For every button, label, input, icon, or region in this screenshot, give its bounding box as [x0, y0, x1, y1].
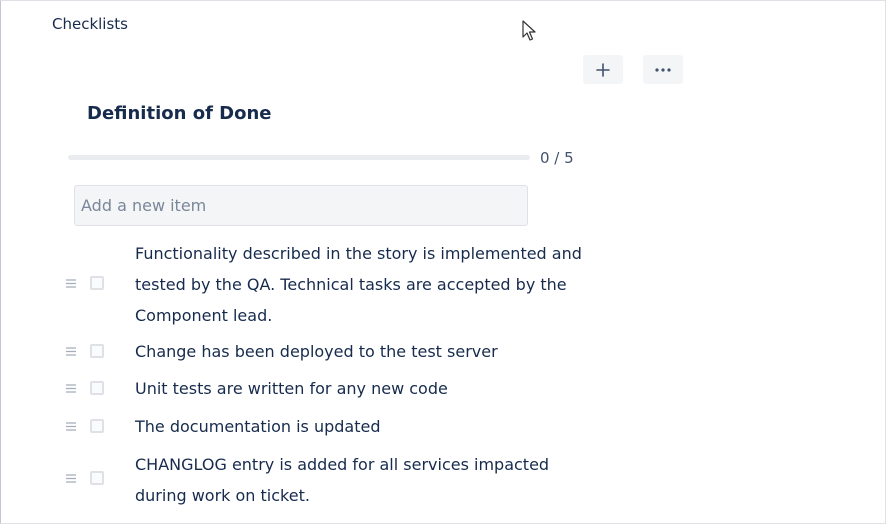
drag-handle-icon[interactable] — [66, 422, 76, 431]
more-options-button[interactable] — [643, 55, 683, 84]
checklist-item: Change has been deployed to the test ser… — [0, 336, 886, 367]
progress-count: 0 / 5 — [540, 149, 574, 167]
add-checklist-button[interactable] — [583, 55, 623, 84]
section-title: Checklists — [52, 15, 128, 33]
item-checkbox[interactable] — [90, 381, 104, 395]
checklist-item: CHANGLOG entry is added for all services… — [0, 449, 886, 511]
item-checkbox[interactable] — [90, 276, 104, 290]
checklist-item: Unit tests are written for any new code — [0, 373, 886, 404]
plus-icon — [596, 62, 610, 77]
checklist-item: Functionality described in the story is … — [0, 238, 886, 331]
drag-handle-icon[interactable] — [66, 347, 76, 356]
item-checkbox[interactable] — [90, 419, 104, 433]
drag-handle-icon[interactable] — [66, 279, 76, 288]
item-text: Change has been deployed to the test ser… — [135, 342, 498, 361]
add-item-input[interactable] — [74, 185, 528, 226]
item-text: Functionality described in the story is … — [135, 244, 582, 325]
progress-bar — [68, 155, 530, 160]
item-text: Unit tests are written for any new code — [135, 379, 448, 398]
ellipsis-icon — [655, 67, 671, 72]
mouse-cursor-icon — [522, 20, 536, 41]
drag-handle-icon[interactable] — [66, 384, 76, 393]
item-checkbox[interactable] — [90, 471, 104, 485]
item-checkbox[interactable] — [90, 344, 104, 358]
checklist-title: Definition of Done — [87, 103, 272, 124]
item-text: The documentation is updated — [135, 417, 381, 436]
item-text: CHANGLOG entry is added for all services… — [135, 455, 550, 505]
drag-handle-icon[interactable] — [66, 474, 76, 483]
checklist-item: The documentation is updated — [0, 411, 886, 442]
